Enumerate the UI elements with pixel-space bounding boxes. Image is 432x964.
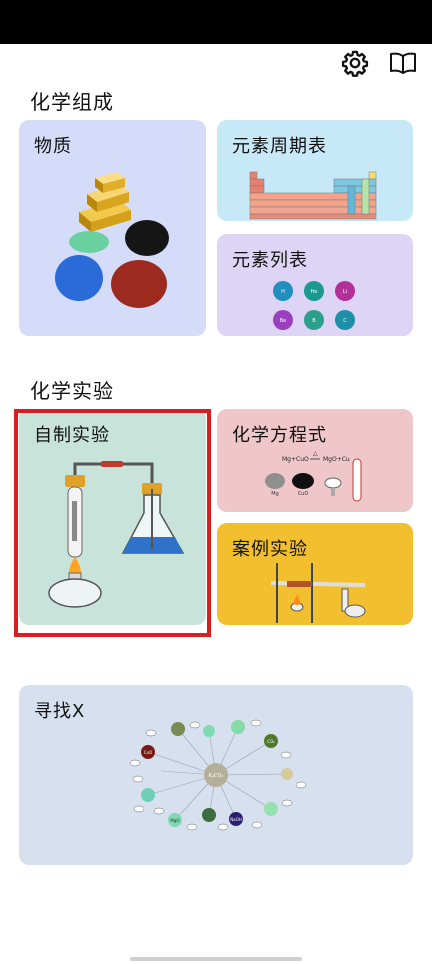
card-element-list[interactable]: 元素列表 H He Li Be B C: [217, 234, 413, 336]
green-powder: [69, 231, 109, 253]
equation-illustration: Mg+CuO △ MgO+Cu Mg CuO: [265, 450, 362, 502]
svg-text:MgO: MgO: [170, 818, 179, 823]
section-title-experiments: 化学实验: [30, 379, 114, 403]
card-chemical-equation[interactable]: 化学方程式 Mg+CuO △ MgO+Cu Mg CuO: [217, 409, 413, 512]
svg-text:△: △: [313, 450, 318, 457]
card-periodic-table[interactable]: 元素周期表: [217, 120, 413, 221]
svg-text:He: He: [311, 289, 318, 295]
svg-text:CO₂: CO₂: [267, 739, 275, 744]
svg-text:CuO: CuO: [144, 750, 152, 755]
svg-text:B: B: [312, 318, 316, 324]
svg-text:H: H: [281, 289, 285, 295]
substance-illustration: [55, 172, 169, 308]
home-indicator[interactable]: [130, 957, 302, 961]
settings-button[interactable]: [340, 48, 370, 78]
element-list-illustration: H He Li Be B C: [273, 281, 355, 330]
gear-icon: [341, 50, 369, 77]
blue-powder: [55, 255, 103, 301]
section-title-composition: 化学组成: [30, 90, 114, 114]
black-powder: [125, 220, 169, 256]
svg-text:Mg+CuO: Mg+CuO: [282, 456, 309, 463]
card-case-experiment[interactable]: 案例实验: [217, 523, 413, 625]
card-find-x[interactable]: 寻找X K₂CO₃ CO₂ NaOH MgO CuO: [19, 685, 413, 865]
svg-text:CuO: CuO: [298, 491, 309, 497]
status-bar: [0, 0, 432, 44]
selection-highlight: [14, 409, 211, 637]
red-powder: [111, 260, 167, 308]
open-book-icon: [390, 52, 416, 74]
svg-text:C: C: [343, 318, 347, 324]
gold-bars: [79, 172, 131, 232]
svg-text:NaOH: NaOH: [230, 817, 242, 822]
case-experiment-illustration: [270, 563, 366, 623]
card-substance[interactable]: 物质: [19, 120, 206, 336]
svg-text:Mg: Mg: [271, 491, 279, 497]
svg-text:Li: Li: [343, 289, 347, 295]
book-button[interactable]: [388, 48, 418, 78]
svg-text:Be: Be: [280, 318, 287, 324]
periodic-table-illustration: [249, 171, 377, 220]
svg-text:MgO+Cu: MgO+Cu: [323, 456, 350, 463]
find-x-network: K₂CO₃ CO₂ NaOH MgO CuO: [129, 719, 307, 831]
svg-text:K₂CO₃: K₂CO₃: [209, 773, 224, 779]
